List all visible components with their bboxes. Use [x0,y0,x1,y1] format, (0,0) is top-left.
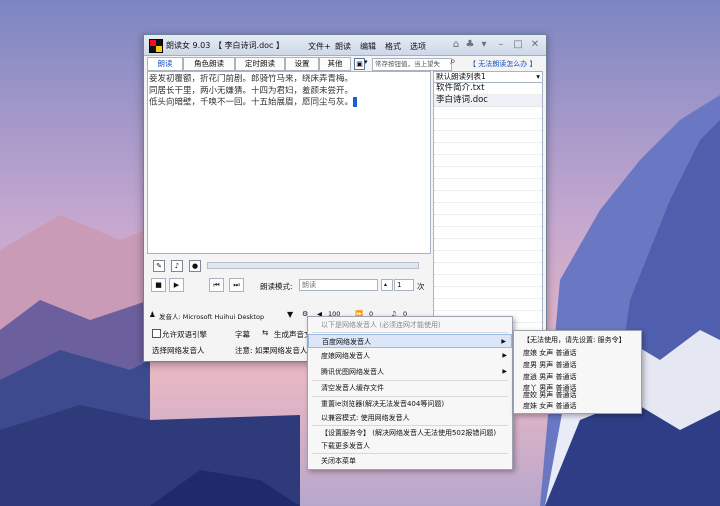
menu-item-label: 腾讯优图网络发音人 [321,368,384,376]
menu-header: 以下是网络发音人 (必须连网才能使用) [321,321,441,329]
dropdown-icon[interactable]: ▾ [364,58,368,66]
menu-read[interactable]: 朗读 [335,41,351,52]
repeat-input[interactable]: 1 [394,279,414,291]
menu-item-download[interactable]: 下载更多发音人 [308,439,512,453]
playlist-item[interactable]: 李白诗词.doc [434,95,542,107]
pin-icon[interactable]: ▾ [477,38,491,52]
playlist-selector[interactable]: 默认朗读列表1 ▾ [434,72,542,83]
search-icon[interactable]: ⌕ [450,56,456,67]
menu-item-duniang[interactable]: 度娘网络发音人 ▶ [308,349,512,363]
playlist-panel: 默认朗读列表1 ▾ 软件简介.txt 李白诗词.doc [433,71,543,348]
submenu-voice[interactable]: 度男 男声 普通话 [514,359,641,372]
editor-line: 妾发初覆额，折花门前剧。郎骑竹马来，绕床弄青梅。 [149,74,354,84]
menu-item-baidu[interactable]: 百度网络发音人 ▶ [308,334,512,348]
chevron-right-icon: ▶ [502,368,507,375]
speaker-icon: ♟ [149,310,156,319]
submenu-voice[interactable]: 度妹 女声 普通话 [514,400,641,413]
tab-role-read[interactable]: 角色朗读 [183,57,235,71]
app-name: 朗读女 9.03 [166,41,211,50]
menu-item-compat-mode[interactable]: 以兼容模式: 使用网络发音人 [308,411,512,425]
playlist-selector-label: 默认朗读列表1 [436,72,486,81]
menu-item-label: 度娘网络发音人 [321,352,370,360]
shirt-icon[interactable]: ♣ [463,38,477,52]
text-caret [353,97,358,107]
next-button[interactable]: ⏭ [229,278,244,292]
title-bar: 朗读女 9.03 【 李白诗词.doc 】 文件+ 朗读 编辑 格式 选项 ⌂ … [144,35,546,56]
menu-item-tencent[interactable]: 腾讯优图网络发音人 ▶ [308,365,512,379]
playback-controls: ✎ ♪ ● ■ ▶ ⏮ ⏭ 朗读模式: 朗读 ▴ 1 次 [147,256,431,302]
tab-other[interactable]: 其他 [319,57,351,71]
subtitle-button[interactable]: 字幕 [235,329,250,340]
menu-item-reset-ie[interactable]: 重置ie浏览器(解决无法发音404等问题) [308,397,512,411]
mode-select[interactable]: 朗读 [299,279,378,291]
minimize-icon[interactable]: – [494,38,508,52]
menu-options[interactable]: 选项 [410,41,426,52]
menu-item-clear-cache[interactable]: 清空发音人缓存文件 [308,381,512,395]
speaker-label[interactable]: 发音人: Microsoft Huihui Desktop [159,311,264,321]
menu-edit[interactable]: 编辑 [360,41,376,52]
menu-file[interactable]: 文件+ [308,41,331,52]
tab-timed-read[interactable]: 定时朗读 [235,57,285,71]
speaker-dropdown-icon[interactable]: ▼ [287,310,293,319]
app-logo-icon [149,39,163,53]
edit-icon[interactable]: ✎ [153,260,165,272]
playlist-item[interactable]: 软件简介.txt [434,83,542,95]
baidu-speaker-submenu: 【无法使用，请先设置: 服务令】 度娘 女声 普通话 度男 男声 普通话 度逍 … [513,330,642,414]
note-text: 注意: 如果网络发音人 [235,346,308,355]
menu-item-label: 百度网络发音人 [322,338,371,346]
tab-read[interactable]: 朗读 [147,57,183,71]
progress-slider[interactable] [207,262,419,269]
document-title: 【 李白诗词.doc 】 [214,41,284,50]
music-icon[interactable]: ♪ [171,260,183,272]
chevron-right-icon: ▶ [502,352,507,359]
microphone-icon[interactable]: ● [189,260,201,272]
select-speaker-button[interactable]: 选择网络发音人 [152,345,205,356]
allow-engine-label[interactable]: 允许双语引擎 [162,329,207,340]
home-icon[interactable]: ⌂ [449,38,463,52]
chevron-down-icon: ▾ [536,72,540,81]
menu-format[interactable]: 格式 [385,41,401,52]
submenu-header[interactable]: 【无法使用，请先设置: 服务令】 [514,334,641,347]
audio-file-icon: ⇆ [262,328,269,337]
editor-line-last: 低头向暗壁，千唤不一回。十五始展眉，愿同尘与灰。 [149,97,429,109]
mode-label: 朗读模式: [260,282,293,291]
tab-settings[interactable]: 设置 [285,57,319,71]
chevron-right-icon: ▶ [501,338,506,345]
text-editor[interactable]: 妾发初覆额，折花门前剧。郎骑竹马来，绕床弄青梅。 同居长干里，两小无嫌猜。十四为… [147,71,431,254]
editor-line-text: 低头向暗壁，千唤不一回。十五始展眉，愿同尘与灰。 [149,97,354,108]
menu-item-service-token[interactable]: 【设置服务令】 (解决网络发音人无法使用502报错问题) [308,426,512,440]
close-icon[interactable]: ✕ [528,38,542,52]
play-button[interactable]: ▶ [169,278,184,292]
speaker-context-menu: 以下是网络发音人 (必须连网才能使用) 百度网络发音人 ▶ 度娘网络发音人 ▶ 腾讯… [307,316,513,470]
previous-button[interactable]: ⏮ [209,278,224,292]
repeat-stepper-icon[interactable]: ▴ [381,279,393,291]
repeat-unit: 次 [417,282,425,291]
menu-item-close[interactable]: 关闭本菜单 [308,454,512,468]
app-window: 朗读女 9.03 【 李白诗词.doc 】 文件+ 朗读 编辑 格式 选项 ⌂ … [143,34,547,362]
allow-engine-checkbox[interactable] [152,329,161,338]
submenu-voice[interactable]: 度娘 女声 普通话 [514,347,641,360]
editor-line: 同居长干里，两小无嫌猜。十四为君妇，羞颜未尝开。 [149,85,354,96]
search-input[interactable]: 常存按钮值，当上望失 [372,58,452,71]
stop-button[interactable]: ■ [151,278,166,292]
help-link[interactable]: 【 无法朗读怎么办 】 [469,59,546,69]
maximize-icon[interactable]: □ [511,38,525,52]
